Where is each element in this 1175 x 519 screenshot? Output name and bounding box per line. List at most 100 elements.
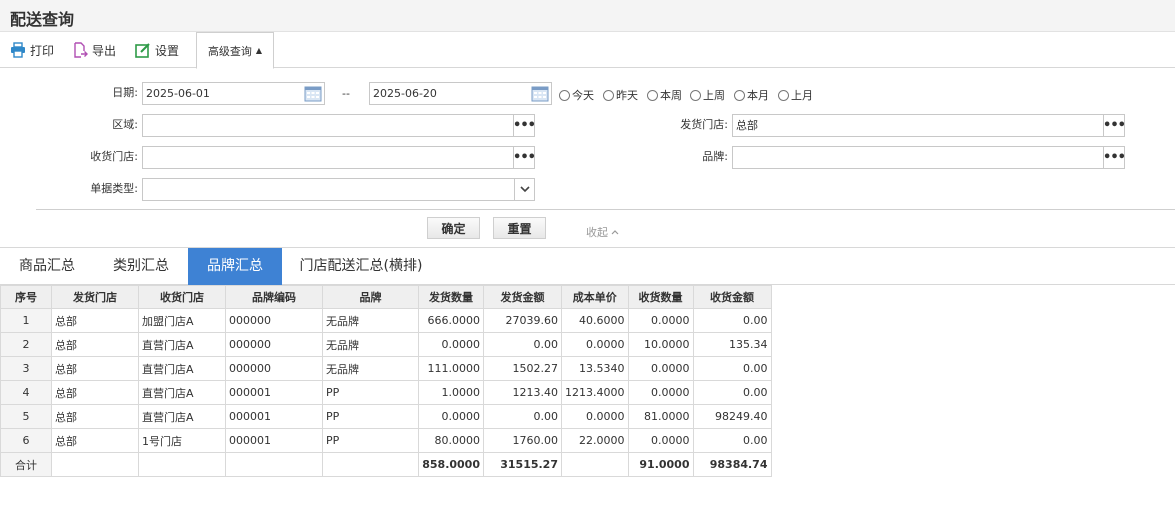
cell-recv-qty: 81.0000: [627, 404, 694, 429]
cell-unit-cost: 0.0000: [561, 332, 629, 357]
date-from-field[interactable]: 2025-06-01: [142, 82, 325, 105]
collapse-button[interactable]: 收起: [586, 224, 619, 240]
edit-settings-icon: [135, 42, 151, 58]
doc-type-label: 单据类型:: [90, 182, 138, 195]
row-index: 3: [0, 356, 52, 381]
export-label: 导出: [92, 43, 117, 58]
toolbar: 打印 导出 设置 高级查询 ▲: [0, 32, 1175, 69]
cell-unit-cost: 0.0000: [561, 404, 629, 429]
radio-circle[interactable]: [559, 89, 570, 101]
cell-ship-qty: 0.0000: [418, 332, 484, 357]
cell-brand: 无品牌: [322, 356, 419, 381]
radio-last-month[interactable]: 上月: [778, 88, 813, 102]
cell-recv-amount: 0.00: [692, 380, 772, 405]
radio-circle[interactable]: [778, 89, 789, 101]
radio-this-month[interactable]: 本月: [734, 88, 769, 102]
cell-ship-qty: 666.0000: [418, 308, 484, 333]
column-header[interactable]: 收货门店: [138, 285, 226, 309]
radio-this-week[interactable]: 本周: [647, 88, 682, 102]
advanced-search-tab[interactable]: 高级查询 ▲: [196, 32, 274, 69]
cell-ship-store: 总部: [51, 332, 139, 357]
cell-ship-store: 总部: [51, 356, 139, 381]
ship-store-label: 发货门店:: [680, 118, 728, 131]
radio-label: 本月: [747, 89, 769, 102]
more-dots-icon[interactable]: •••: [1103, 115, 1126, 136]
column-header[interactable]: 序号: [0, 285, 52, 309]
radio-circle[interactable]: [647, 89, 658, 101]
table-row[interactable]: 5 总部 直营门店A 000001 PP 0.0000 0.00 0.0000 …: [0, 404, 772, 429]
brand-field[interactable]: •••: [732, 146, 1126, 169]
total-label: 合计: [0, 452, 52, 477]
more-dots-icon[interactable]: •••: [1103, 147, 1126, 168]
ship-store-field[interactable]: 总部 •••: [732, 114, 1126, 137]
reset-button[interactable]: 重置: [493, 217, 546, 239]
cell-ship-qty: 80.0000: [418, 428, 484, 453]
column-header[interactable]: 收货金额: [692, 285, 772, 309]
row-index: 4: [0, 380, 52, 405]
chevron-up-icon: [611, 230, 619, 235]
cell-ship-qty: 111.0000: [418, 356, 484, 381]
doc-type-select[interactable]: [142, 178, 535, 201]
radio-last-week[interactable]: 上周: [690, 88, 725, 102]
table-row[interactable]: 3 总部 直营门店A 000000 无品牌 111.0000 1502.27 1…: [0, 356, 772, 381]
total-cell: [51, 452, 139, 477]
more-dots-icon[interactable]: •••: [513, 115, 536, 136]
total-cell: [138, 452, 226, 477]
settings-button[interactable]: 设置: [135, 40, 179, 60]
row-index: 6: [0, 428, 52, 453]
column-header[interactable]: 发货金额: [483, 285, 562, 309]
table-row[interactable]: 6 总部 1号门店 000001 PP 80.0000 1760.00 22.0…: [0, 428, 772, 453]
radio-circle[interactable]: [603, 89, 614, 101]
cell-brand-code: 000001: [225, 380, 323, 405]
table-row[interactable]: 1 总部 加盟门店A 000000 无品牌 666.0000 27039.60 …: [0, 308, 772, 333]
total-cell: [225, 452, 323, 477]
total-cell: [561, 452, 629, 477]
more-dots-icon[interactable]: •••: [513, 147, 536, 168]
cell-brand: PP: [322, 428, 419, 453]
ship-store-value: 总部: [736, 119, 758, 132]
column-header[interactable]: 发货数量: [418, 285, 484, 309]
cell-ship-store: 总部: [51, 380, 139, 405]
column-header[interactable]: 品牌: [322, 285, 419, 309]
date-to-field[interactable]: 2025-06-20: [369, 82, 552, 105]
table-row[interactable]: 2 总部 直营门店A 000000 无品牌 0.0000 0.00 0.0000…: [0, 332, 772, 357]
cell-ship-amount: 0.00: [483, 332, 562, 357]
radio-circle[interactable]: [690, 89, 701, 101]
column-header[interactable]: 成本单价: [561, 285, 629, 309]
date-range-separator: --: [342, 87, 350, 100]
table-row[interactable]: 4 总部 直营门店A 000001 PP 1.0000 1213.40 1213…: [0, 380, 772, 405]
calendar-icon[interactable]: [302, 83, 324, 104]
cell-unit-cost: 40.6000: [561, 308, 629, 333]
cell-ship-qty: 1.0000: [418, 380, 484, 405]
tab-brand-summary[interactable]: 品牌汇总: [188, 248, 282, 285]
recv-store-field[interactable]: •••: [142, 146, 536, 169]
radio-label: 昨天: [616, 89, 638, 102]
export-button[interactable]: 导出: [72, 40, 116, 60]
cell-ship-store: 总部: [51, 404, 139, 429]
column-header[interactable]: 发货门店: [51, 285, 139, 309]
calendar-icon[interactable]: [529, 83, 551, 104]
radio-label: 上周: [703, 89, 725, 102]
print-button[interactable]: 打印: [10, 40, 54, 60]
tab-product-summary[interactable]: 商品汇总: [0, 248, 94, 285]
cell-recv-amount: 0.00: [692, 428, 772, 453]
radio-yesterday[interactable]: 昨天: [603, 88, 638, 102]
radio-circle[interactable]: [734, 89, 745, 101]
region-field[interactable]: •••: [142, 114, 536, 137]
chevron-down-icon[interactable]: [514, 179, 534, 200]
radio-label: 上月: [791, 89, 813, 102]
cell-ship-qty: 0.0000: [418, 404, 484, 429]
cell-recv-amount: 0.00: [692, 356, 772, 381]
tab-category-summary[interactable]: 类别汇总: [94, 248, 188, 285]
radio-today[interactable]: 今天: [559, 88, 594, 102]
column-header[interactable]: 品牌编码: [225, 285, 323, 309]
cell-recv-store: 直营门店A: [138, 356, 226, 381]
cell-brand-code: 000000: [225, 332, 323, 357]
confirm-button[interactable]: 确定: [427, 217, 480, 239]
tab-store-delivery-summary[interactable]: 门店配送汇总(横排): [282, 248, 440, 285]
column-header[interactable]: 收货数量: [627, 285, 694, 309]
cell-ship-amount: 1213.40: [483, 380, 562, 405]
advanced-search-form: 日期: 2025-06-01 -- 2025-06-20 今天 昨天 本周 上周…: [0, 68, 1175, 248]
brand-summary-table: 序号 发货门店 收货门店 品牌编码 品牌 发货数量 发货金额 成本单价 收货数量…: [0, 285, 772, 477]
cell-brand-code: 000001: [225, 404, 323, 429]
